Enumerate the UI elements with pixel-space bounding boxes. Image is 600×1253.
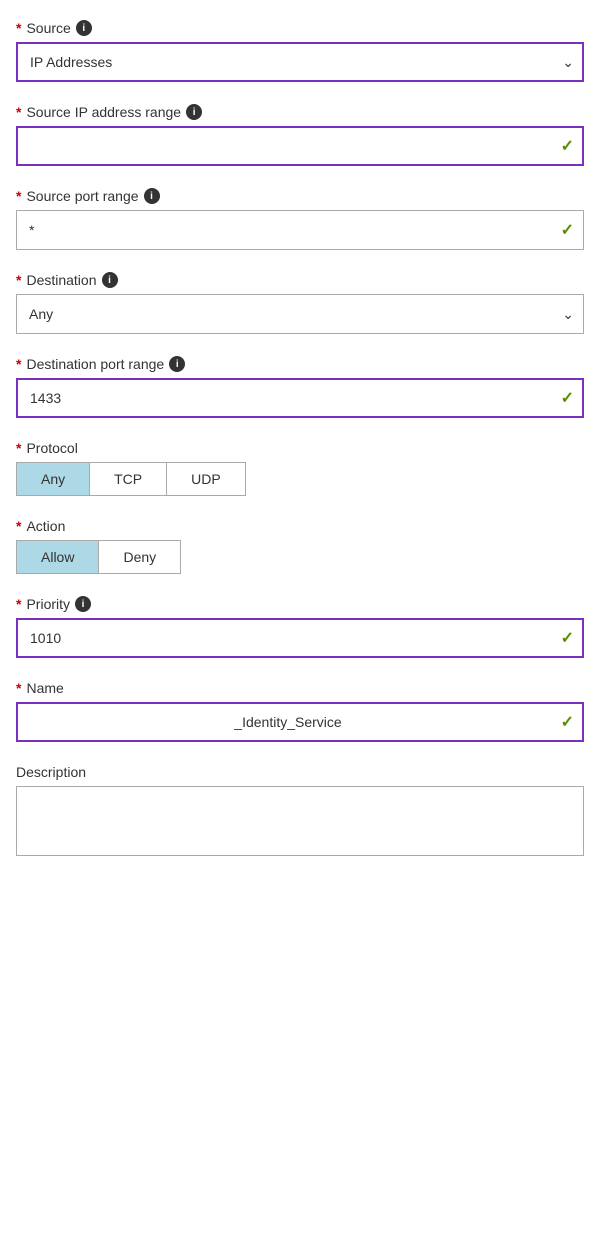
destination-label: * Destination i (16, 272, 584, 288)
source-ip-range-input-wrapper: ✓ (16, 126, 584, 166)
action-button-group: Allow Deny (16, 540, 181, 574)
destination-port-range-label: * Destination port range i (16, 356, 584, 372)
source-port-range-label: * Source port range i (16, 188, 584, 204)
action-deny-button[interactable]: Deny (99, 541, 180, 573)
description-label-text: Description (16, 764, 86, 780)
source-ip-required-star: * (16, 104, 21, 120)
action-label: * Action (16, 518, 584, 534)
protocol-field-group: * Protocol Any TCP UDP (16, 440, 584, 496)
source-info-icon[interactable]: i (76, 20, 92, 36)
destination-info-icon[interactable]: i (102, 272, 118, 288)
name-input[interactable] (16, 702, 584, 742)
description-field-group: Description (16, 764, 584, 859)
priority-label-text: Priority (26, 596, 70, 612)
destination-select-wrapper: Any IP Addresses Service Tag Application… (16, 294, 584, 334)
protocol-required-star: * (16, 440, 21, 456)
priority-input-wrapper: ✓ (16, 618, 584, 658)
source-ip-range-field-group: * Source IP address range i ✓ (16, 104, 584, 166)
source-ip-range-info-icon[interactable]: i (186, 104, 202, 120)
destination-field-group: * Destination i Any IP Addresses Service… (16, 272, 584, 334)
action-allow-button[interactable]: Allow (17, 541, 99, 573)
protocol-udp-button[interactable]: UDP (167, 463, 245, 495)
destination-port-required-star: * (16, 356, 21, 372)
description-label: Description (16, 764, 584, 780)
name-label-text: Name (26, 680, 63, 696)
priority-info-icon[interactable]: i (75, 596, 91, 612)
destination-port-range-input[interactable] (16, 378, 584, 418)
source-required-star: * (16, 20, 21, 36)
source-port-range-label-text: Source port range (26, 188, 138, 204)
source-select-wrapper: IP Addresses Any Service Tag Application… (16, 42, 584, 82)
source-field-group: * Source i IP Addresses Any Service Tag … (16, 20, 584, 82)
source-port-required-star: * (16, 188, 21, 204)
destination-port-range-label-text: Destination port range (26, 356, 164, 372)
source-label-text: Source (26, 20, 70, 36)
protocol-label-text: Protocol (26, 440, 77, 456)
action-field-group: * Action Allow Deny (16, 518, 584, 574)
action-required-star: * (16, 518, 21, 534)
source-ip-range-input[interactable] (16, 126, 584, 166)
protocol-label: * Protocol (16, 440, 584, 456)
protocol-any-button[interactable]: Any (17, 463, 90, 495)
protocol-button-group: Any TCP UDP (16, 462, 246, 496)
source-port-range-input-wrapper: ✓ (16, 210, 584, 250)
destination-port-range-input-wrapper: ✓ (16, 378, 584, 418)
source-port-info-icon[interactable]: i (144, 188, 160, 204)
destination-select[interactable]: Any IP Addresses Service Tag Application… (16, 294, 584, 334)
source-port-range-field-group: * Source port range i ✓ (16, 188, 584, 250)
destination-port-range-field-group: * Destination port range i ✓ (16, 356, 584, 418)
description-textarea[interactable] (16, 786, 584, 856)
priority-label: * Priority i (16, 596, 584, 612)
name-input-wrapper: ✓ (16, 702, 584, 742)
destination-port-info-icon[interactable]: i (169, 356, 185, 372)
protocol-tcp-button[interactable]: TCP (90, 463, 167, 495)
action-label-text: Action (26, 518, 65, 534)
priority-input[interactable] (16, 618, 584, 658)
name-label: * Name (16, 680, 584, 696)
name-field-group: * Name ✓ (16, 680, 584, 742)
source-select[interactable]: IP Addresses Any Service Tag Application… (16, 42, 584, 82)
priority-required-star: * (16, 596, 21, 612)
destination-required-star: * (16, 272, 21, 288)
priority-field-group: * Priority i ✓ (16, 596, 584, 658)
source-ip-range-label: * Source IP address range i (16, 104, 584, 120)
name-required-star: * (16, 680, 21, 696)
source-port-range-input[interactable] (16, 210, 584, 250)
source-label: * Source i (16, 20, 584, 36)
source-ip-range-label-text: Source IP address range (26, 104, 181, 120)
destination-label-text: Destination (26, 272, 96, 288)
